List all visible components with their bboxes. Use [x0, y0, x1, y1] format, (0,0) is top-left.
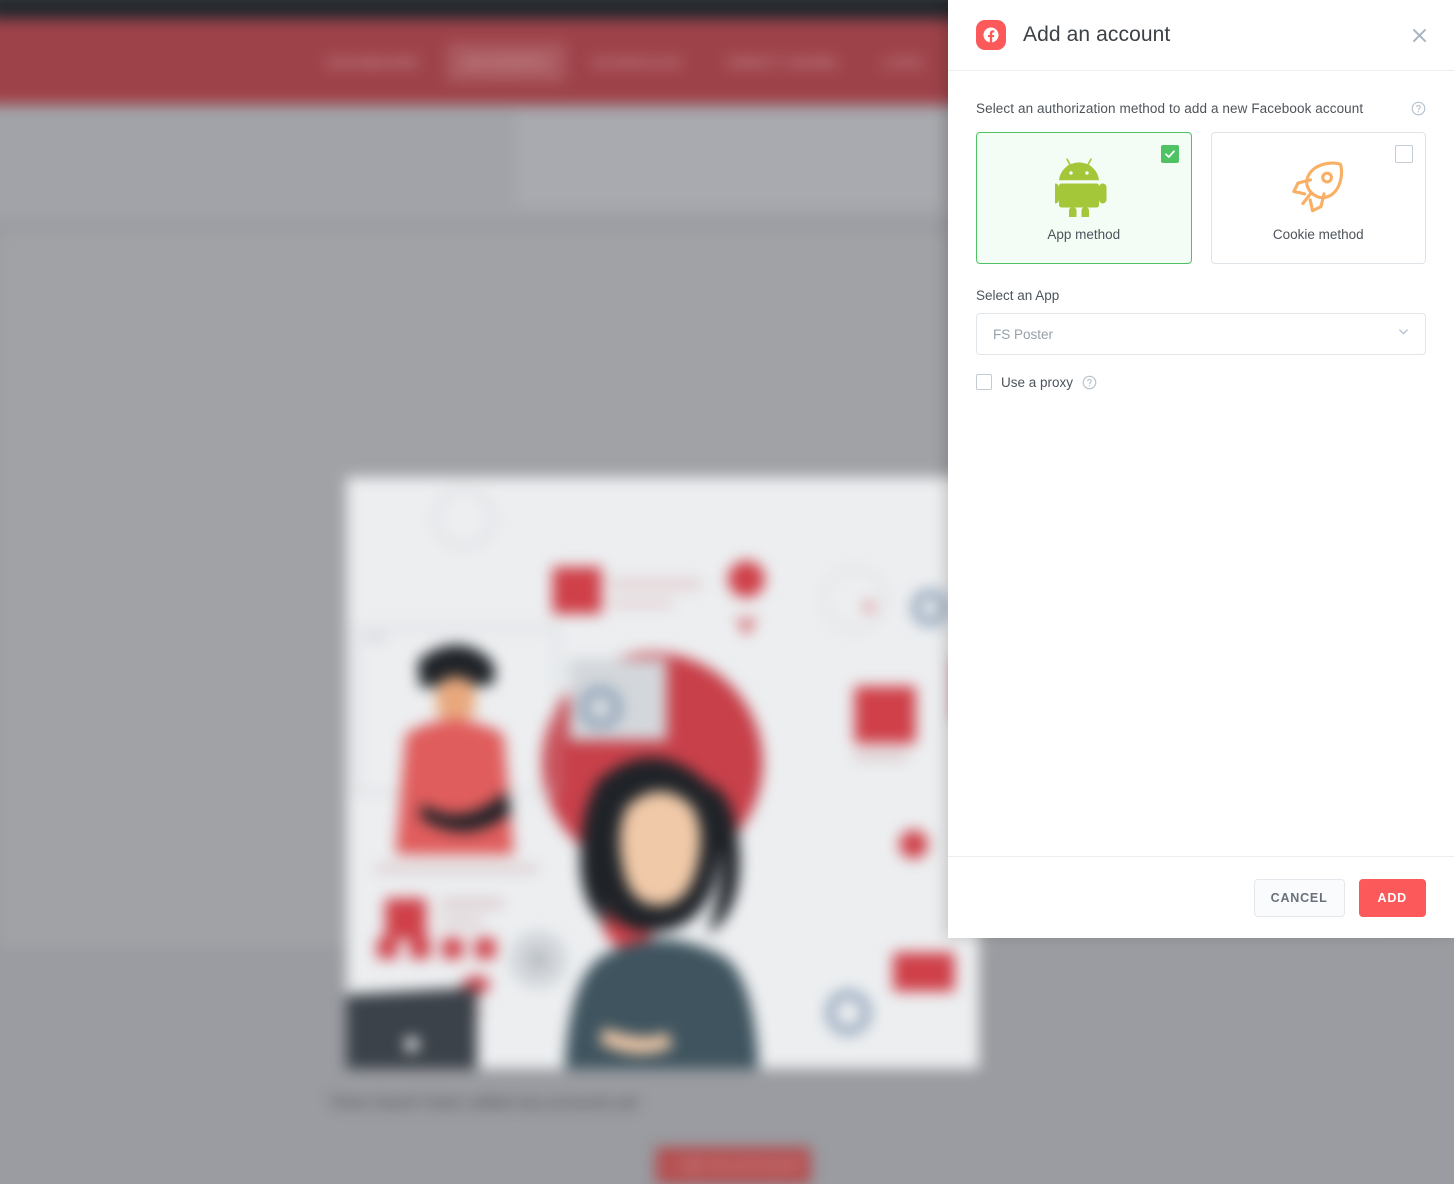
use-proxy-checkbox[interactable] [976, 374, 992, 390]
chevron-down-icon [1396, 324, 1411, 344]
plus-icon: + [663, 1158, 672, 1173]
drawer-header: Add an account [948, 0, 1454, 71]
add-button[interactable]: ADD [1358, 878, 1426, 917]
select-app-label: Select an App [976, 288, 1060, 303]
android-icon [1054, 155, 1113, 217]
page-title: Add an account [1023, 23, 1171, 46]
auth-method-prompt: Select an authorization method to add a … [976, 101, 1426, 116]
help-circle-icon[interactable] [1082, 375, 1097, 390]
method-card-app-checkbox[interactable] [1160, 145, 1179, 163]
use-proxy-row: Use a proxy [976, 374, 1426, 390]
method-card-cookie-label: Cookie method [1272, 226, 1364, 242]
add-an-account-button[interactable]: + ADD AN ACCOUNT [655, 1147, 811, 1184]
drawer-body: Select an authorization method to add a … [948, 71, 1454, 856]
add-account-drawer: Add an account Select an authorization m… [948, 0, 1454, 938]
nav-item-active[interactable]: ACCOUNTS [446, 42, 566, 82]
use-proxy-label: Use a proxy [1001, 374, 1074, 390]
nav-item[interactable]: LOGS [864, 42, 942, 82]
rocket-icon [1289, 155, 1347, 217]
nav-item[interactable]: DIRECT SHARE [709, 42, 856, 82]
help-circle-icon[interactable] [1411, 101, 1426, 116]
method-card-cookie-checkbox[interactable] [1395, 145, 1413, 163]
drawer-footer: CANCEL ADD [948, 856, 1454, 938]
empty-state-illustration [346, 477, 979, 1069]
auth-method-prompt-text: Select an authorization method to add a … [976, 101, 1364, 116]
method-card-app[interactable]: App method [976, 132, 1192, 264]
close-icon[interactable] [1406, 22, 1432, 48]
select-app-dropdown[interactable]: FS Poster [976, 313, 1426, 355]
method-card-app-label: App method [1047, 226, 1121, 242]
cancel-button[interactable]: CANCEL [1253, 878, 1345, 917]
nav-item[interactable]: DASHBOARD [308, 42, 438, 82]
empty-state-text: There haven't been added any accounts ye… [328, 1094, 639, 1112]
nav-item[interactable]: SCHEDULES [574, 42, 701, 82]
auth-method-cards: App method Cookie method [976, 132, 1426, 264]
select-app-value: FS Poster [993, 326, 1054, 342]
filter-box [515, 110, 945, 207]
method-card-cookie[interactable]: Cookie method [1210, 132, 1426, 264]
facebook-icon [976, 20, 1006, 50]
add-an-account-label: ADD AN ACCOUNT [679, 1158, 803, 1173]
